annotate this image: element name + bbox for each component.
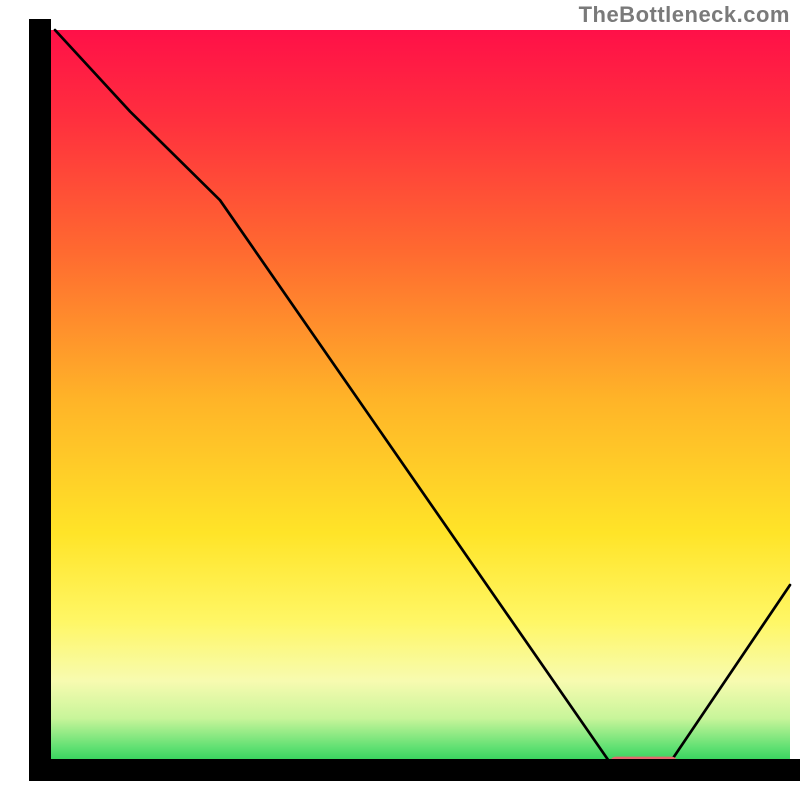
plot-area: [40, 30, 790, 770]
chart-container: TheBottleneck.com: [0, 0, 800, 800]
watermark-text: TheBottleneck.com: [579, 2, 790, 28]
bottleneck-chart: [0, 0, 800, 800]
